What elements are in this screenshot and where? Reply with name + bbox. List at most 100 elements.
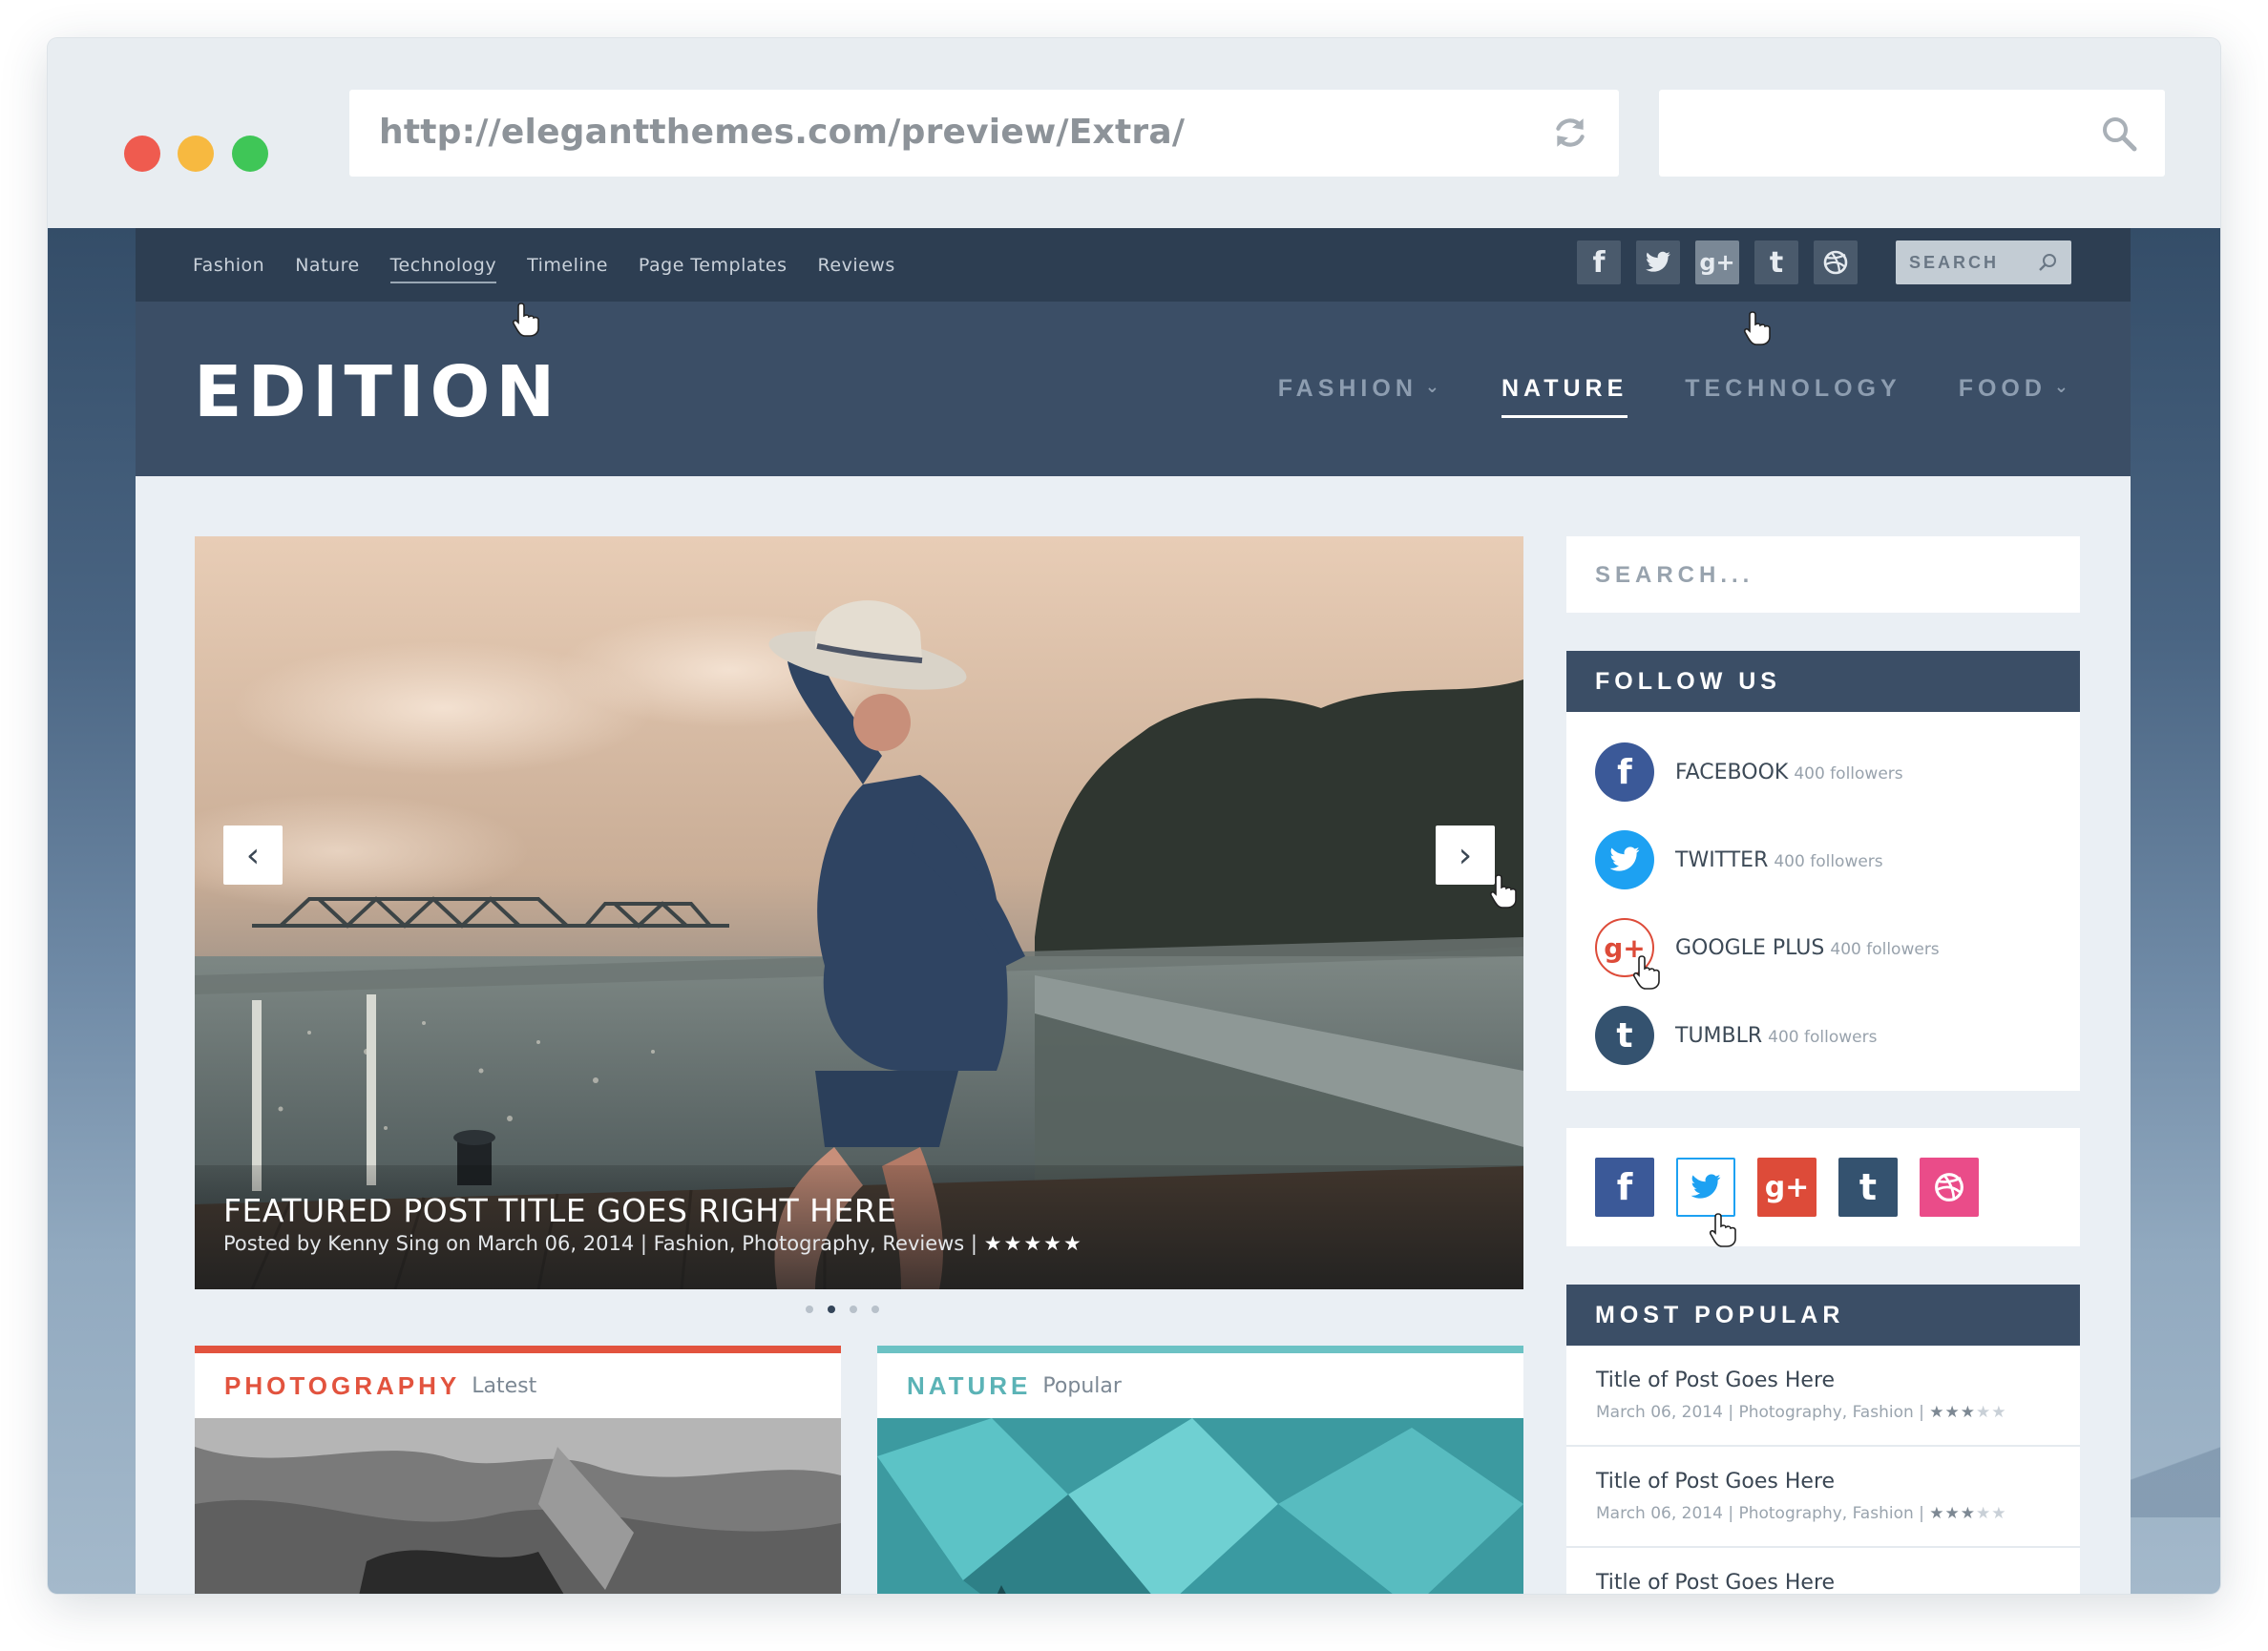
twitter-icon[interactable] (1636, 240, 1680, 284)
category-card-photography[interactable]: PHOTOGRAPHY Latest (195, 1346, 841, 1594)
follow-facebook[interactable]: f FACEBOOK 400 followers (1595, 742, 1903, 802)
tumblr-icon[interactable]: t (1838, 1158, 1898, 1217)
minimize-window-button[interactable] (178, 136, 214, 172)
popular-post-title[interactable]: Title of Post Goes Here (1596, 1470, 1835, 1494)
category-header: NATURE Popular (877, 1353, 1523, 1418)
widget-title: FOLLOW US (1566, 651, 2080, 712)
google-plus-icon[interactable]: g+ (1757, 1158, 1816, 1217)
address-text[interactable]: http://elegantthemes.com/preview/Extra/ (379, 113, 1185, 152)
tumblr-icon[interactable]: t (1754, 240, 1798, 284)
facebook-icon[interactable]: f (1595, 742, 1654, 802)
follow-label: TUMBLR (1675, 1023, 1763, 1048)
follower-count: 400 followers (1794, 763, 1903, 784)
topnav-reviews[interactable]: Reviews (818, 255, 895, 276)
mainnav-nature[interactable]: NATURE (1501, 375, 1628, 418)
hand-cursor-icon (1743, 311, 1771, 345)
featured-post-meta: Posted by Kenny Sing on March 06, 2014 |… (223, 1232, 1083, 1255)
category-name[interactable]: PHOTOGRAPHY (224, 1371, 460, 1401)
dribbble-icon[interactable] (1814, 240, 1858, 284)
popular-post[interactable]: Title of Post Goes Here March 06, 2014 |… (1566, 1346, 2080, 1447)
facebook-icon[interactable]: f (1577, 240, 1621, 284)
facebook-icon[interactable]: f (1595, 1158, 1654, 1217)
top-social-icons: f g+ t (1577, 240, 1858, 284)
search-icon[interactable] (2100, 115, 2138, 153)
popular-post-meta-text: March 06, 2014 | Photography, Fashion | (1596, 1403, 1924, 1422)
topnav-fashion[interactable]: Fashion (193, 255, 264, 276)
popular-post[interactable]: Title of Post Goes Here (1566, 1548, 2080, 1594)
topnav-timeline[interactable]: Timeline (527, 255, 608, 276)
topnav-technology[interactable]: Technology (389, 255, 497, 283)
follow-label: GOOGLE PLUS (1675, 935, 1825, 960)
twitter-icon[interactable] (1595, 830, 1654, 889)
rating-stars: ★★★★★ (1929, 1504, 2007, 1523)
featured-post-title[interactable]: FEATURED POST TITLE GOES RIGHT HERE (223, 1192, 897, 1229)
slider-dot[interactable] (872, 1306, 879, 1313)
browser-chrome: http://elegantthemes.com/preview/Extra/ (48, 38, 2220, 228)
featured-post-meta-text: Posted by Kenny Sing on March 06, 2014 |… (223, 1232, 977, 1255)
category-header: PHOTOGRAPHY Latest (195, 1353, 841, 1418)
browser-window: http://elegantthemes.com/preview/Extra/ … (48, 38, 2220, 1594)
follow-label: TWITTER (1675, 847, 1769, 872)
slider-pagination (806, 1306, 879, 1313)
slider-dot[interactable] (850, 1306, 857, 1313)
category-subtitle: Latest (472, 1373, 537, 1398)
follower-count: 400 followers (1768, 1027, 1878, 1047)
mainnav-food-label: FOOD (1958, 375, 2047, 402)
chevron-down-icon: ⌄ (2053, 377, 2073, 396)
popular-post-meta: March 06, 2014 | Photography, Fashion | … (1596, 1504, 2007, 1523)
social-icon-row: f g+ t (1595, 1158, 1979, 1217)
site-logo[interactable]: EDITION (194, 351, 560, 433)
site-header: EDITION FASHION ⌄ NATURE TECHNOLOGY FOOD… (136, 302, 2131, 476)
sidebar-search-input[interactable]: SEARCH... (1566, 536, 2080, 613)
close-window-button[interactable] (124, 136, 160, 172)
widget-title: MOST POPULAR (1566, 1285, 2080, 1346)
topnav-nature[interactable]: Nature (295, 255, 359, 276)
site-top-search[interactable]: SEARCH (1896, 240, 2071, 284)
follower-count: 400 followers (1774, 851, 1883, 871)
browser-search-bar[interactable] (1659, 90, 2165, 177)
featured-slider[interactable]: FEATURED POST TITLE GOES RIGHT HERE Post… (195, 536, 1523, 1289)
page-viewport: Fashion Nature Technology Timeline Page … (48, 228, 2220, 1594)
slider-dot-active[interactable] (828, 1306, 835, 1313)
follower-count: 400 followers (1830, 939, 1940, 959)
rating-stars: ★★★★★ (983, 1232, 1083, 1255)
main-nav: FASHION ⌄ NATURE TECHNOLOGY FOOD ⌄ (1278, 302, 2073, 476)
hand-cursor-icon (512, 303, 539, 337)
tumblr-icon[interactable]: t (1595, 1006, 1654, 1065)
category-subtitle: Popular (1042, 1373, 1122, 1398)
slider-prev-button[interactable]: ‹ (223, 826, 283, 885)
follow-us-widget: FOLLOW US f FACEBOOK 400 followers TWITTE… (1566, 651, 2080, 1091)
category-name[interactable]: NATURE (907, 1371, 1031, 1401)
popular-post-title[interactable]: Title of Post Goes Here (1596, 1369, 1835, 1392)
reload-icon[interactable] (1550, 113, 1590, 153)
mainnav-fashion[interactable]: FASHION ⌄ (1278, 375, 1444, 403)
sidebar-search-placeholder: SEARCH... (1595, 562, 1754, 588)
mainnav-technology-label: TECHNOLOGY (1685, 375, 1901, 402)
slider-dot[interactable] (806, 1306, 813, 1313)
popular-post-title[interactable]: Title of Post Goes Here (1596, 1571, 1835, 1594)
follow-tumblr[interactable]: t TUMBLR 400 followers (1595, 1006, 1877, 1065)
mainnav-food[interactable]: FOOD ⌄ (1959, 375, 2073, 403)
category-card-nature[interactable]: NATURE Popular (877, 1346, 1523, 1594)
follow-twitter[interactable]: TWITTER 400 followers (1595, 830, 1883, 889)
hand-cursor-icon (1632, 955, 1660, 990)
slider-next-button[interactable]: › (1436, 826, 1495, 885)
social-icons-widget: f g+ t (1566, 1128, 2080, 1246)
twitter-icon[interactable] (1676, 1158, 1735, 1217)
category-image (195, 1418, 841, 1594)
search-icon[interactable] (2037, 252, 2058, 273)
mainnav-technology[interactable]: TECHNOLOGY (1685, 375, 1900, 403)
topnav-page-templates[interactable]: Page Templates (639, 255, 788, 276)
dribbble-icon[interactable] (1920, 1158, 1979, 1217)
website: Fashion Nature Technology Timeline Page … (136, 228, 2131, 1594)
mainnav-nature-label: NATURE (1501, 375, 1628, 402)
popular-post-meta: March 06, 2014 | Photography, Fashion | … (1596, 1403, 2007, 1422)
hand-cursor-icon (1709, 1213, 1736, 1247)
google-plus-icon[interactable]: g+ (1695, 240, 1739, 284)
maximize-window-button[interactable] (232, 136, 268, 172)
popular-post[interactable]: Title of Post Goes Here March 06, 2014 |… (1566, 1447, 2080, 1548)
follow-label: FACEBOOK (1675, 760, 1789, 784)
address-bar[interactable]: http://elegantthemes.com/preview/Extra/ (349, 90, 1619, 177)
chevron-down-icon: ⌄ (1424, 377, 1444, 396)
popular-post-meta-text: March 06, 2014 | Photography, Fashion | (1596, 1504, 1924, 1523)
